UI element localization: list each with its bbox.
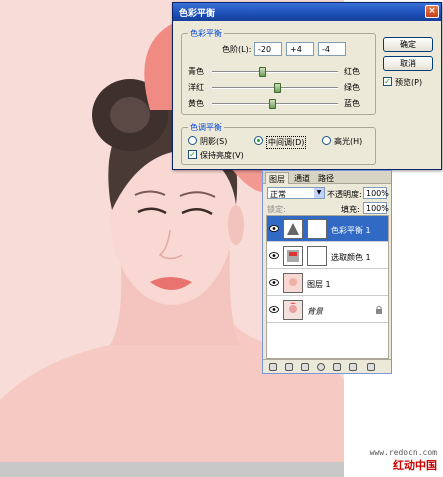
layer-thumbnail bbox=[283, 300, 303, 320]
tab-channels[interactable]: 通道 bbox=[291, 172, 313, 184]
layer-row-color-balance[interactable]: 色彩平衡 1 bbox=[267, 216, 388, 242]
layers-bottom-toolbar bbox=[263, 359, 391, 373]
cancel-button[interactable]: 取消 bbox=[383, 56, 433, 71]
slider-cyan-red-track[interactable] bbox=[212, 71, 338, 73]
preserve-luminosity-checkbox[interactable]: ✓ bbox=[188, 150, 197, 159]
opacity-label: 不透明度: bbox=[327, 190, 362, 199]
shadows-radio[interactable] bbox=[188, 136, 197, 145]
layer-row-selective-color[interactable]: 选取颜色 1 bbox=[267, 243, 388, 269]
eye-icon[interactable] bbox=[269, 306, 279, 313]
level-magenta-green-input[interactable] bbox=[286, 42, 314, 56]
preview-checkbox[interactable]: ✓ bbox=[383, 77, 392, 86]
slider-yellow-blue-thumb[interactable] bbox=[268, 99, 276, 109]
tone-balance-group-title: 色调平衡 bbox=[188, 122, 224, 133]
highlights-label: 高光(H) bbox=[334, 137, 363, 146]
layer-row-layer1[interactable]: 图层 1 bbox=[267, 270, 388, 296]
slider-blue-label: 蓝色 bbox=[344, 99, 360, 108]
slider-red-label: 红色 bbox=[344, 67, 360, 76]
watermark-url: www.redocn.com bbox=[369, 448, 437, 457]
midtones-radio[interactable] bbox=[254, 136, 263, 145]
lock-icon bbox=[376, 305, 382, 314]
layer-style-icon[interactable] bbox=[285, 363, 293, 371]
slider-yellow-label: 黄色 bbox=[188, 99, 204, 108]
tab-paths[interactable]: 路径 bbox=[315, 172, 337, 184]
midtones-label: 中间调(D) bbox=[266, 136, 307, 149]
opacity-input[interactable]: 100% bbox=[363, 187, 389, 199]
group-icon[interactable] bbox=[333, 363, 341, 371]
preview-label: 预览(P) bbox=[395, 78, 423, 87]
slider-cyan-red-thumb[interactable] bbox=[258, 67, 266, 77]
dialog-titlebar[interactable]: 色彩平衡 × bbox=[173, 3, 441, 21]
chevron-down-icon: ▼ bbox=[314, 188, 324, 198]
blend-mode-value: 正常 bbox=[270, 190, 286, 199]
new-layer-icon[interactable] bbox=[349, 363, 357, 371]
close-icon[interactable]: × bbox=[425, 5, 439, 18]
eye-icon[interactable] bbox=[269, 279, 279, 286]
mask-thumbnail bbox=[307, 219, 327, 239]
layer-name: 背景 bbox=[307, 307, 323, 316]
ok-button[interactable]: 确定 bbox=[383, 37, 433, 52]
adjustment-thumbnail bbox=[283, 246, 303, 266]
layer-list: 色彩平衡 1 选取颜色 1 图层 1 背景 bbox=[266, 215, 389, 359]
dialog-title: 色彩平衡 bbox=[179, 9, 216, 19]
slider-green-label: 绿色 bbox=[344, 83, 360, 92]
layers-tabs: 图层 通道 路径 bbox=[263, 171, 391, 184]
layer-name: 色彩平衡 1 bbox=[331, 226, 371, 235]
eye-icon[interactable] bbox=[269, 252, 279, 259]
fill-input[interactable]: 100% bbox=[363, 202, 389, 214]
color-balance-group: 色彩平衡 色阶(L): 青色 红色 洋红 绿色 黄色 蓝色 bbox=[181, 28, 376, 115]
tone-balance-group: 色调平衡 阴影(S) 中间调(D) 高光(H) ✓ 保持亮度(V) bbox=[181, 122, 376, 165]
fill-label: 填充: bbox=[341, 205, 360, 214]
watermark: www.redocn.com 红动中国 bbox=[370, 448, 437, 473]
blend-mode-select[interactable]: 正常 ▼ bbox=[267, 187, 325, 199]
canvas-footer bbox=[0, 462, 344, 477]
slider-magenta-label: 洋红 bbox=[188, 83, 204, 92]
lock-label: 锁定: bbox=[267, 205, 286, 214]
layer-row-background[interactable]: 背景 bbox=[267, 297, 388, 323]
trash-icon[interactable] bbox=[367, 363, 375, 371]
shadows-label: 阴影(S) bbox=[200, 137, 228, 146]
color-balance-dialog: 色彩平衡 × 色彩平衡 色阶(L): 青色 红色 洋红 绿色 黄色 蓝色 色调平… bbox=[172, 2, 442, 170]
adjustment-thumbnail bbox=[283, 219, 303, 239]
slider-cyan-label: 青色 bbox=[188, 67, 204, 76]
link-icon[interactable] bbox=[269, 363, 277, 371]
mask-icon[interactable] bbox=[301, 363, 309, 371]
levels-label: 色阶(L): bbox=[222, 45, 252, 54]
adjustment-layer-icon[interactable] bbox=[317, 363, 325, 371]
tab-layers[interactable]: 图层 bbox=[265, 172, 289, 184]
color-balance-group-title: 色彩平衡 bbox=[188, 28, 224, 39]
eye-icon[interactable] bbox=[269, 225, 279, 232]
layers-panel: 图层 通道 路径 正常 ▼ 不透明度: 100% 锁定: 填充: 100% 色彩… bbox=[262, 170, 392, 374]
layer-thumbnail bbox=[283, 273, 303, 293]
layer-name: 选取颜色 1 bbox=[331, 253, 371, 262]
preserve-luminosity-label: 保持亮度(V) bbox=[200, 151, 244, 160]
watermark-site: 红动中国 bbox=[393, 459, 437, 472]
level-cyan-red-input[interactable] bbox=[254, 42, 282, 56]
highlights-radio[interactable] bbox=[322, 136, 331, 145]
level-yellow-blue-input[interactable] bbox=[318, 42, 346, 56]
layer-name: 图层 1 bbox=[307, 280, 331, 289]
mask-thumbnail bbox=[307, 246, 327, 266]
slider-magenta-green-thumb[interactable] bbox=[274, 83, 282, 93]
